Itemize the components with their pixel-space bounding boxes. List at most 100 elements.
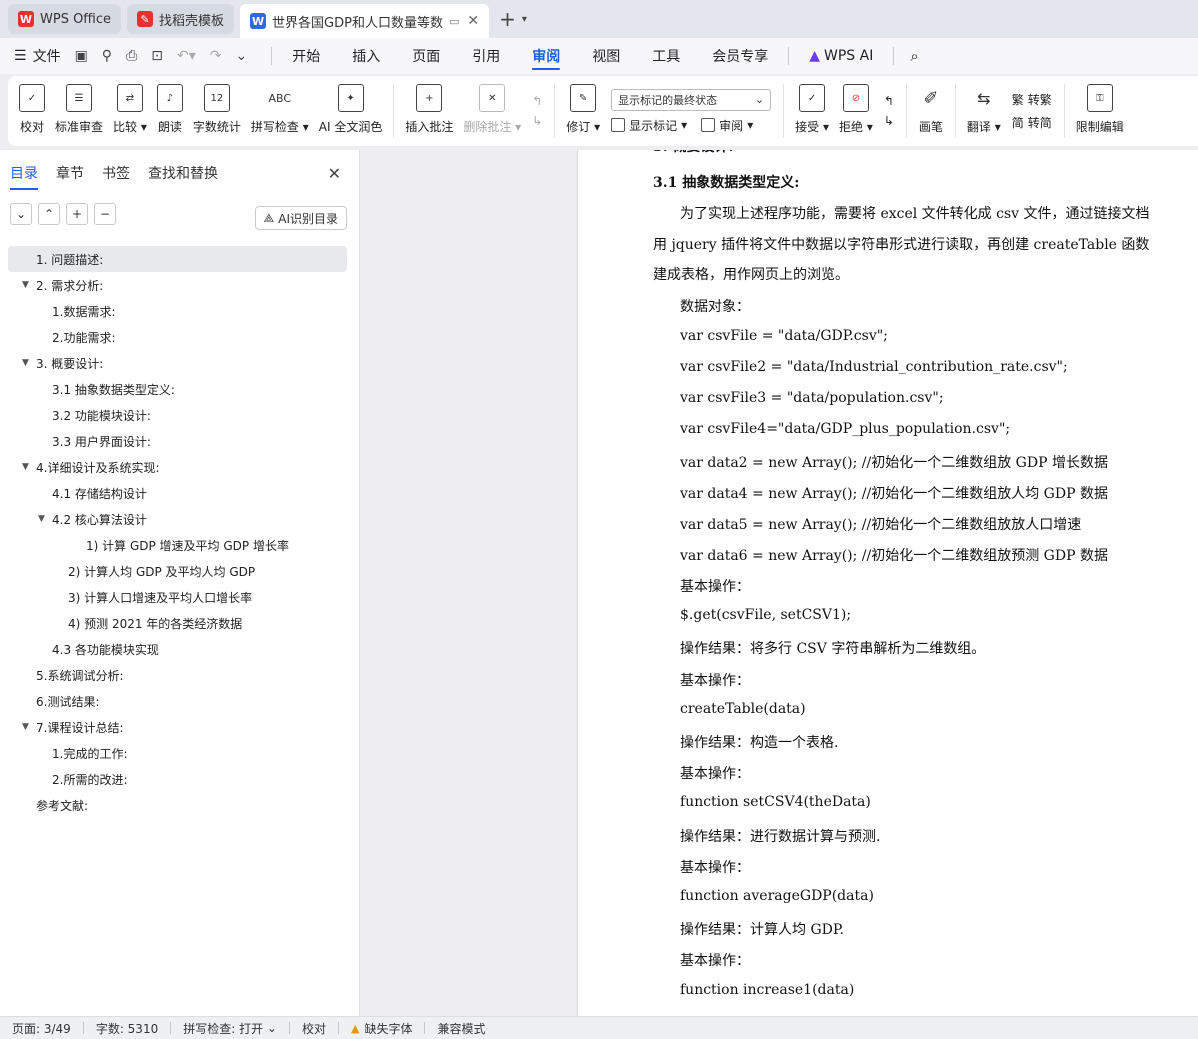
- close-tab-icon[interactable]: ✕: [467, 13, 479, 29]
- standard-review-button[interactable]: ☰ 标准审查: [50, 76, 108, 146]
- toc-item[interactable]: 1) 计算 GDP 增速及平均 GDP 增长率: [0, 532, 359, 558]
- expand-caret-icon[interactable]: ▼: [22, 462, 29, 472]
- to-simplified-button[interactable]: 简 转简: [1012, 114, 1052, 131]
- minus-icon[interactable]: −: [94, 203, 116, 225]
- menu-insert[interactable]: 插入: [336, 38, 396, 74]
- proofread-button[interactable]: ✓ 校对: [14, 76, 50, 146]
- restrict-edit-button[interactable]: ⚿ 限制编辑: [1071, 76, 1129, 146]
- toc-item[interactable]: ▼4.2 核心算法设计: [0, 506, 359, 532]
- tab-find-replace[interactable]: 查找和替换: [148, 159, 218, 187]
- chevron-up-icon[interactable]: ⌃: [38, 203, 60, 225]
- tab-bookmark[interactable]: 书签: [102, 159, 130, 187]
- toc-item[interactable]: 1. 问题描述:: [8, 246, 347, 272]
- toc-item[interactable]: 4) 预测 2021 年的各类经济数据: [0, 610, 359, 636]
- track-changes-button[interactable]: ✎ 修订 ▾: [561, 76, 605, 146]
- toc-item[interactable]: 3.2 功能模块设计:: [0, 402, 359, 428]
- menu-tools[interactable]: 工具: [636, 38, 696, 74]
- ai-polish-button[interactable]: ✦ AI 全文润色: [314, 76, 388, 146]
- pen-button[interactable]: ✐ 画笔: [913, 76, 949, 146]
- menu-page[interactable]: 页面: [396, 38, 456, 74]
- label: 审阅: [719, 117, 743, 134]
- print-icon[interactable]: ⎙: [126, 48, 137, 64]
- show-markup-button[interactable]: 显示标记 ▾: [611, 117, 687, 134]
- word-count-button[interactable]: 12 字数统计: [188, 76, 246, 146]
- spell-check-status[interactable]: 拼写检查: 打开 ⌄: [171, 1020, 289, 1037]
- toc-item[interactable]: 2) 计算人均 GDP 及平均人均 GDP: [0, 558, 359, 584]
- insert-comment-button[interactable]: + 插入批注: [400, 76, 458, 146]
- more-icon[interactable]: ⌄: [236, 48, 248, 64]
- compare-button[interactable]: ⇄ 比较 ▾: [108, 76, 152, 146]
- monitor-icon[interactable]: ▭: [449, 15, 459, 28]
- toc-item-label: 7.课程设计总结:: [36, 719, 124, 736]
- expand-caret-icon[interactable]: ▼: [22, 280, 29, 290]
- tab-toc[interactable]: 目录: [10, 159, 38, 187]
- expand-caret-icon[interactable]: ▼: [22, 722, 29, 732]
- label: 插入批注: [405, 118, 453, 135]
- toc-item[interactable]: ▼2. 需求分析:: [0, 272, 359, 298]
- next-change-icon[interactable]: ↳: [884, 114, 894, 128]
- toc-item[interactable]: ▼3. 概要设计:: [0, 350, 359, 376]
- toc-item[interactable]: 4.1 存储结构设计: [0, 480, 359, 506]
- prev-change-icon[interactable]: ↰: [884, 94, 894, 108]
- tab-docer[interactable]: ✎ 找稻壳模板: [127, 4, 234, 34]
- file-menu[interactable]: 文件: [33, 46, 61, 66]
- close-pane-icon[interactable]: ✕: [328, 164, 341, 183]
- save-icon[interactable]: ▣: [75, 48, 88, 64]
- to-traditional-button[interactable]: 繁 转繁: [1012, 91, 1052, 108]
- read-aloud-button[interactable]: ♪ 朗读: [152, 76, 188, 146]
- expand-caret-icon[interactable]: ▼: [22, 358, 29, 368]
- toc-item[interactable]: 参考文献:: [0, 792, 359, 818]
- menu-view[interactable]: 视图: [576, 38, 636, 74]
- delete-comment-button[interactable]: ✕ 删除批注 ▾: [458, 76, 526, 146]
- translate-button[interactable]: ⇆ 翻译 ▾: [962, 76, 1006, 146]
- ai-toc-button[interactable]: ⟁ AI识别目录: [255, 206, 347, 230]
- tab-document[interactable]: W 世界各国GDP和人口数量等数 ▭ ✕: [240, 4, 489, 38]
- expand-caret-icon[interactable]: ▼: [38, 514, 45, 524]
- format-painter-icon[interactable]: ⚲: [102, 48, 112, 64]
- chevron-down-icon[interactable]: ▾: [522, 14, 527, 25]
- missing-font-status[interactable]: ▲缺失字体: [339, 1020, 424, 1037]
- toc-item[interactable]: 2.功能需求:: [0, 324, 359, 350]
- proofread-status[interactable]: 校对: [290, 1020, 338, 1037]
- add-icon[interactable]: +: [66, 203, 88, 225]
- next-comment-icon[interactable]: ↳: [532, 114, 542, 128]
- accept-button[interactable]: ✓ 接受 ▾: [790, 76, 834, 146]
- reject-button[interactable]: ⊘ 拒绝 ▾: [834, 76, 878, 146]
- toc-item[interactable]: 3.1 抽象数据类型定义:: [0, 376, 359, 402]
- tab-wps-office[interactable]: W WPS Office: [8, 4, 121, 34]
- prev-comment-icon[interactable]: ↰: [532, 94, 542, 108]
- toc-item[interactable]: ▼4.详细设计及系统实现:: [0, 454, 359, 480]
- chevron-down-icon[interactable]: ⌄: [10, 203, 32, 225]
- hamburger-icon[interactable]: ☰: [14, 48, 27, 64]
- menu-start[interactable]: 开始: [276, 38, 336, 74]
- undo-icon[interactable]: ↶▾: [177, 48, 196, 64]
- toc-item[interactable]: 3) 计算人口增速及平均人口增长率: [0, 584, 359, 610]
- toc-item[interactable]: 1.完成的工作:: [0, 740, 359, 766]
- spell-check-button[interactable]: ABC 拼写检查 ▾: [246, 76, 314, 146]
- toc-item[interactable]: 2.所需的改进:: [0, 766, 359, 792]
- document-page[interactable]: 3. 概要设计:3.1 抽象数据类型定义:为了实现上述程序功能，需要将 exce…: [577, 150, 1198, 1016]
- new-tab-icon[interactable]: +: [499, 7, 516, 31]
- redo-icon[interactable]: ↷: [210, 48, 222, 64]
- print-preview-icon[interactable]: ⊡: [151, 48, 163, 64]
- word-count[interactable]: 字数: 5310: [84, 1020, 170, 1037]
- review-pane-button[interactable]: 审阅 ▾: [701, 117, 753, 134]
- menu-review[interactable]: 审阅: [516, 38, 576, 74]
- tab-chapter[interactable]: 章节: [56, 159, 84, 187]
- menu-member[interactable]: 会员专享: [696, 38, 784, 74]
- label: 显示标记: [629, 117, 677, 134]
- toc-item[interactable]: 1.数据需求:: [0, 298, 359, 324]
- markup-state-dropdown[interactable]: 显示标记的最终状态 ⌄: [611, 89, 771, 111]
- toc-item[interactable]: 6.测试结果:: [0, 688, 359, 714]
- search-icon[interactable]: ⌕: [910, 47, 918, 65]
- page-indicator[interactable]: 页面: 3/49: [12, 1020, 83, 1037]
- menu-wps-ai[interactable]: ▲ WPS AI: [793, 38, 889, 74]
- menu-references[interactable]: 引用: [456, 38, 516, 74]
- toc-item[interactable]: 4.3 各功能模块实现: [0, 636, 359, 662]
- label: 比较 ▾: [113, 118, 147, 135]
- toc-item[interactable]: 5.系统调试分析:: [0, 662, 359, 688]
- accept-icon: ✓: [799, 84, 825, 112]
- toc-item[interactable]: ▼ 7.课程设计总结:: [0, 714, 359, 740]
- doc-op-line: function averageGDP(data): [680, 888, 874, 904]
- toc-item[interactable]: 3.3 用户界面设计:: [0, 428, 359, 454]
